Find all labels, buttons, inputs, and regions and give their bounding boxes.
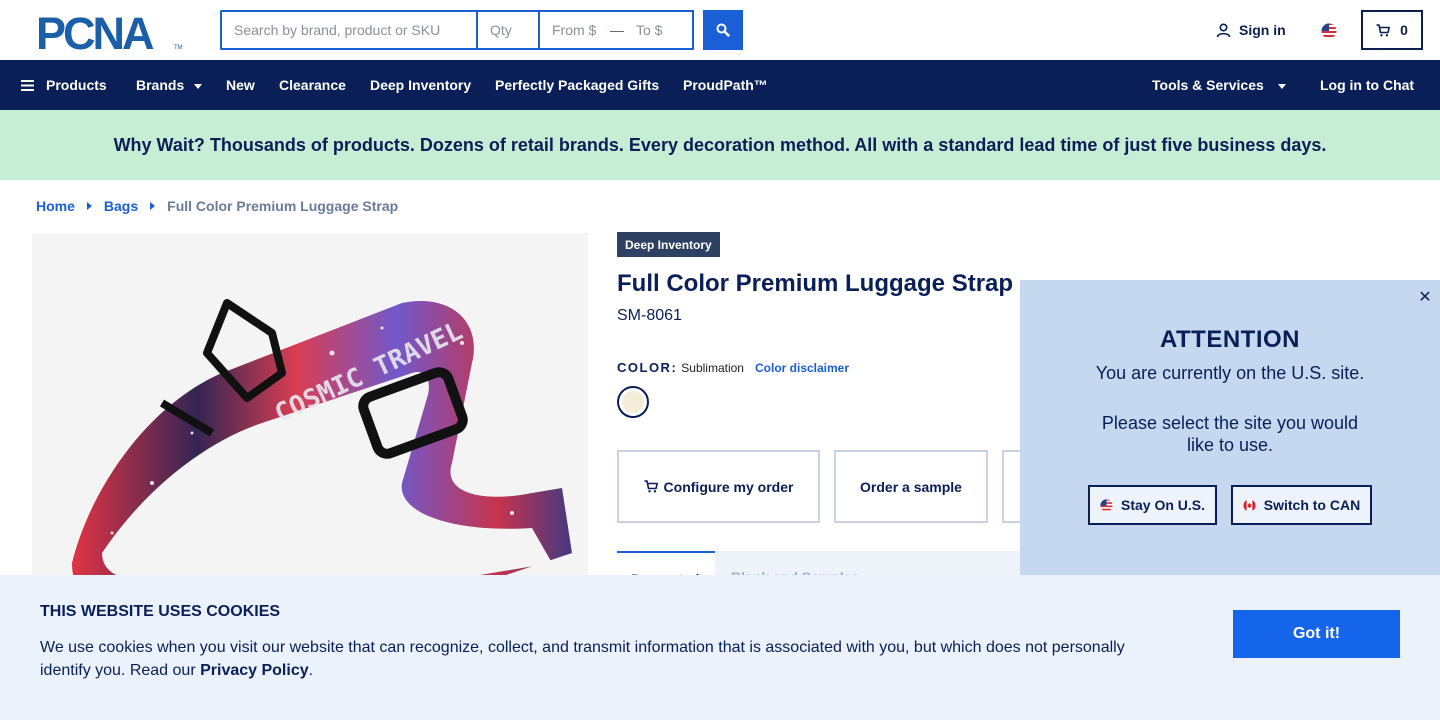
search-bar: — bbox=[220, 10, 694, 50]
color-label: COLOR: bbox=[617, 360, 678, 375]
configure-order-label: Configure my order bbox=[663, 478, 794, 495]
sign-in-label: Sign in bbox=[1239, 22, 1286, 38]
nav-products[interactable]: Products bbox=[21, 60, 107, 110]
modal-question: Please select the site you would like to… bbox=[1101, 413, 1359, 455]
cookie-title: THIS WEBSITE USES COOKIES bbox=[40, 603, 281, 620]
price-range-dash: — bbox=[610, 22, 624, 38]
breadcrumb-current: Full Color Premium Luggage Strap bbox=[167, 198, 399, 214]
color-row: COLOR: Sublimation Color disclaimer bbox=[617, 360, 849, 375]
nav-tools-services[interactable]: Tools & Services bbox=[1152, 60, 1286, 110]
sign-in-link[interactable]: Sign in bbox=[1216, 22, 1286, 38]
chevron-down-icon bbox=[194, 84, 203, 89]
nav-deep-inventory[interactable]: Deep Inventory bbox=[370, 60, 471, 110]
product-title: Full Color Premium Luggage Strap bbox=[617, 270, 1014, 297]
search-icon bbox=[716, 23, 730, 37]
price-from-input[interactable] bbox=[540, 12, 610, 48]
close-icon[interactable]: ✕ bbox=[1416, 288, 1434, 306]
svg-text:TM: TM bbox=[174, 45, 183, 51]
breadcrumb-home[interactable]: Home bbox=[36, 198, 75, 214]
cookie-suffix: . bbox=[308, 662, 314, 679]
quantity-input[interactable] bbox=[478, 12, 540, 48]
stay-us-label: Stay On U.S. bbox=[1120, 497, 1206, 513]
cookie-body: We use cookies when you visit our websit… bbox=[40, 636, 1150, 682]
color-value: Sublimation bbox=[681, 361, 744, 375]
order-sample-label: Order a sample bbox=[860, 478, 962, 495]
search-button[interactable] bbox=[703, 10, 743, 50]
switch-can-label: Switch to CAN bbox=[1263, 497, 1361, 513]
pcna-logo[interactable]: PCNA TM bbox=[36, 12, 186, 52]
cookie-accept-button[interactable]: Got it! bbox=[1233, 610, 1400, 658]
order-sample-button[interactable]: Order a sample bbox=[834, 450, 988, 523]
search-input[interactable] bbox=[222, 12, 478, 48]
nav-clearance[interactable]: Clearance bbox=[279, 60, 346, 110]
site-selector-modal: ✕ ATTENTION You are currently on the U.S… bbox=[1020, 280, 1440, 580]
cart-icon bbox=[1376, 23, 1391, 36]
nav-brands-label: Brands bbox=[136, 77, 185, 93]
product-image[interactable]: COSMIC TRAVEL bbox=[32, 233, 588, 633]
stay-us-button[interactable]: Stay On U.S. bbox=[1088, 485, 1217, 525]
color-disclaimer-link[interactable]: Color disclaimer bbox=[755, 361, 849, 375]
breadcrumb: Home Bags Full Color Premium Luggage Str… bbox=[36, 198, 398, 214]
nav-brands[interactable]: Brands bbox=[136, 60, 203, 110]
product-sku: SM-8061 bbox=[617, 307, 682, 324]
cart-button[interactable]: 0 bbox=[1361, 10, 1423, 50]
top-header: PCNA TM — Sign in bbox=[0, 0, 1440, 60]
deep-inventory-badge: Deep Inventory bbox=[617, 232, 720, 257]
user-icon bbox=[1216, 22, 1231, 37]
price-to-input[interactable] bbox=[624, 12, 694, 48]
us-flag-icon bbox=[1100, 498, 1113, 512]
nav-tools-label: Tools & Services bbox=[1152, 77, 1264, 93]
nav-proudpath[interactable]: ProudPath™ bbox=[683, 60, 768, 110]
us-flag-icon[interactable] bbox=[1321, 23, 1337, 39]
nav-products-label: Products bbox=[46, 77, 107, 93]
breadcrumb-arrow-icon bbox=[150, 202, 156, 210]
cart-icon bbox=[644, 480, 658, 493]
main-nav: Products Brands New Clearance Deep Inven… bbox=[0, 60, 1440, 110]
configure-order-button[interactable]: Configure my order bbox=[617, 450, 820, 523]
hamburger-icon bbox=[21, 79, 34, 91]
nav-chat-login[interactable]: Log in to Chat bbox=[1320, 60, 1414, 110]
modal-title: ATTENTION bbox=[1159, 326, 1301, 353]
cart-count: 0 bbox=[1400, 22, 1408, 38]
breadcrumb-arrow-icon bbox=[86, 202, 92, 210]
promo-text: Why Wait? Thousands of products. Dozens … bbox=[113, 134, 1327, 155]
breadcrumb-bags[interactable]: Bags bbox=[104, 198, 138, 214]
logo-wordmark: PCNA bbox=[36, 12, 154, 52]
modal-subtitle: You are currently on the U.S. site. bbox=[1095, 363, 1365, 383]
switch-can-button[interactable]: Switch to CAN bbox=[1231, 485, 1372, 525]
color-swatch-sublimation[interactable] bbox=[617, 386, 649, 418]
nav-new[interactable]: New bbox=[226, 60, 255, 110]
promo-banner: Why Wait? Thousands of products. Dozens … bbox=[0, 110, 1440, 180]
privacy-policy-link[interactable]: Privacy Policy bbox=[200, 662, 309, 679]
canada-flag-icon bbox=[1243, 498, 1256, 512]
chevron-down-icon bbox=[1277, 84, 1286, 89]
cookie-banner: THIS WEBSITE USES COOKIES We use cookies… bbox=[0, 575, 1440, 720]
nav-gifts[interactable]: Perfectly Packaged Gifts bbox=[495, 60, 659, 110]
